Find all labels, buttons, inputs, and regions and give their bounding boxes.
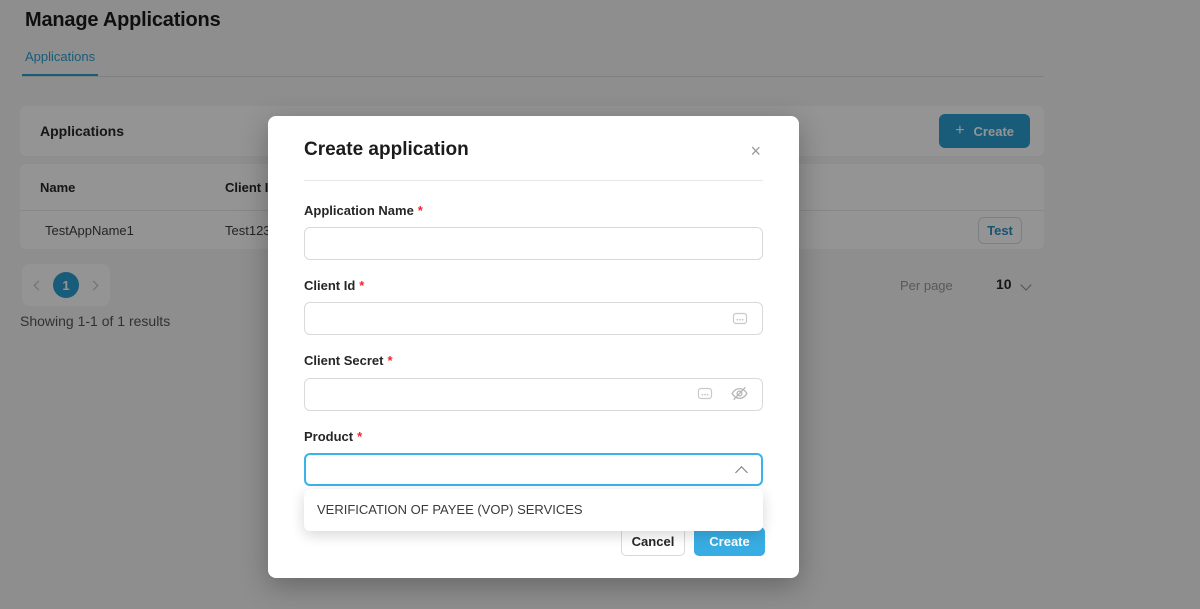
cancel-button[interactable]: Cancel (621, 527, 685, 556)
chevron-up-icon (735, 466, 748, 479)
client-id-input[interactable] (304, 302, 763, 335)
required-asterisk: * (357, 429, 362, 444)
client-id-label: Client Id * (304, 278, 364, 293)
client-secret-label: Client Secret * (304, 353, 393, 368)
create-application-modal: Create application × Application Name * C… (268, 116, 799, 578)
application-name-label: Application Name * (304, 203, 423, 218)
client-secret-label-text: Client Secret (304, 353, 383, 368)
product-dropdown: VERIFICATION OF PAYEE (VOP) SERVICES (304, 489, 763, 531)
required-asterisk: * (387, 353, 392, 368)
product-select[interactable] (304, 453, 763, 486)
close-icon[interactable]: × (750, 142, 761, 160)
modal-footer: Cancel Create (621, 527, 765, 556)
application-name-input[interactable] (304, 227, 763, 260)
product-label: Product * (304, 429, 362, 444)
required-asterisk: * (418, 203, 423, 218)
password-manager-icon[interactable] (697, 386, 713, 401)
modal-title: Create application (304, 139, 469, 161)
required-asterisk: * (359, 278, 364, 293)
eye-off-icon[interactable] (730, 385, 749, 402)
password-manager-icon[interactable] (732, 311, 748, 326)
client-secret-input[interactable] (304, 378, 763, 411)
modal-header-divider (304, 180, 763, 181)
create-submit-button[interactable]: Create (694, 527, 765, 556)
application-name-label-text: Application Name (304, 203, 414, 218)
client-id-label-text: Client Id (304, 278, 355, 293)
dropdown-option-vop[interactable]: VERIFICATION OF PAYEE (VOP) SERVICES (304, 489, 763, 531)
product-label-text: Product (304, 429, 353, 444)
